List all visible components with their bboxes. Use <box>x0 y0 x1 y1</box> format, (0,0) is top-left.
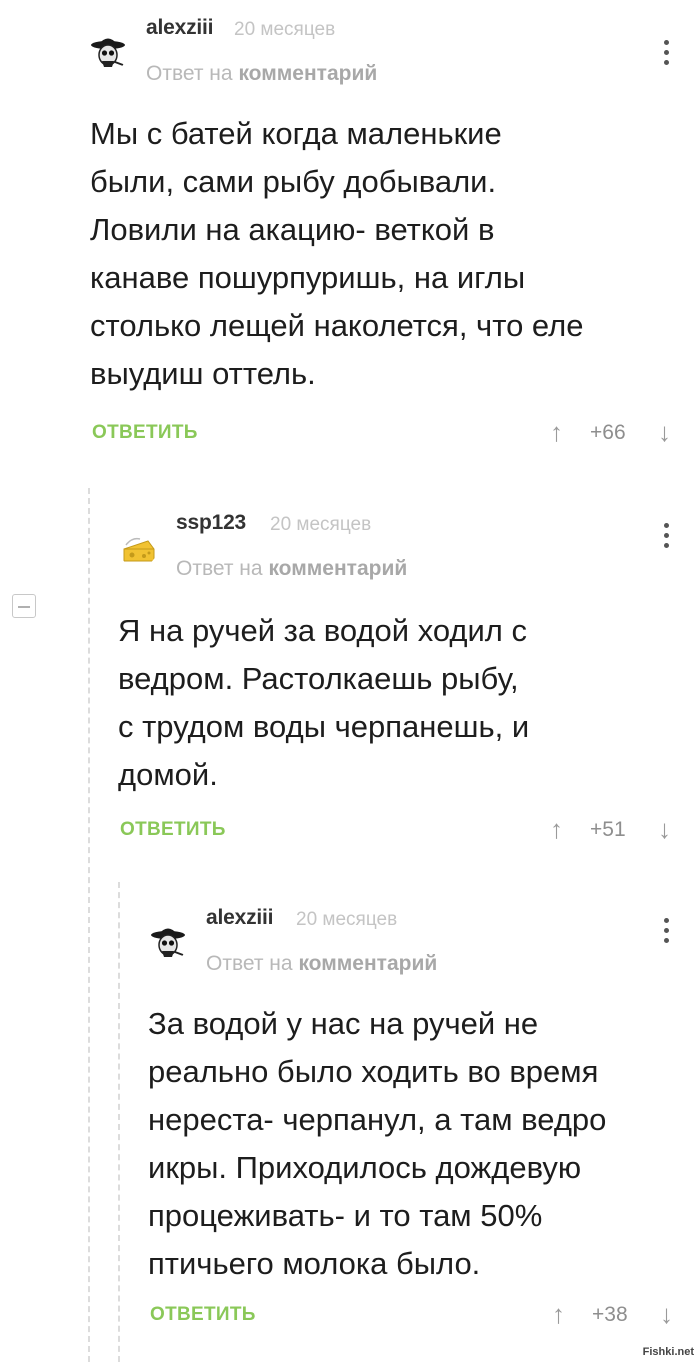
reply-button[interactable]: ОТВЕТИТЬ <box>92 422 198 444</box>
comment-score: +38 <box>592 1303 628 1326</box>
arrow-down-icon[interactable]: ↓ <box>658 815 674 843</box>
username[interactable]: alexziii <box>146 16 213 40</box>
reply-to: Ответ на комментарий <box>146 62 377 86</box>
comment: alexziii 20 месяцев Ответ на комментарий… <box>88 10 688 450</box>
comment-text: Я на ручей за водой ходил с ведром. Раст… <box>118 613 530 792</box>
thread-line-level-2 <box>118 882 120 1362</box>
comment-time: 20 месяцев <box>296 909 398 930</box>
username[interactable]: alexziii <box>206 906 273 930</box>
thread-line-level-1 <box>88 488 90 1362</box>
vote-controls: ↑ +66 ↓ <box>550 418 680 448</box>
parent-comment-link[interactable]: комментарий <box>298 952 437 975</box>
comment-score: +51 <box>590 818 626 841</box>
comment-text: Мы с батей когда маленькие были, сами ры… <box>90 116 584 391</box>
arrow-up-icon[interactable]: ↑ <box>550 418 566 446</box>
reply-prefix: Ответ на <box>146 62 233 85</box>
arrow-up-icon[interactable]: ↑ <box>552 1300 568 1328</box>
reply-button[interactable]: ОТВЕТИТЬ <box>120 819 226 841</box>
cheese-icon <box>123 537 155 562</box>
avatar[interactable] <box>118 527 158 567</box>
parent-comment-link[interactable]: комментарий <box>268 557 407 580</box>
reply-prefix: Ответ на <box>176 557 263 580</box>
vertical-dots-icon[interactable] <box>662 40 670 72</box>
comment-time: 20 месяцев <box>270 514 372 535</box>
reply-prefix: Ответ на <box>206 952 293 975</box>
comment-text: За водой у нас на ручей не реально было … <box>148 1006 607 1281</box>
parent-comment-link[interactable]: комментарий <box>238 62 377 85</box>
avatar[interactable] <box>148 922 188 962</box>
comment: alexziii 20 месяцев Ответ на комментарий… <box>148 900 688 1340</box>
username[interactable]: ssp123 <box>176 511 246 535</box>
vote-controls: ↑ +38 ↓ <box>552 1300 682 1330</box>
arrow-down-icon[interactable]: ↓ <box>658 418 674 446</box>
arrow-down-icon[interactable]: ↓ <box>660 1300 676 1328</box>
vertical-dots-icon[interactable] <box>662 918 670 950</box>
reply-button[interactable]: ОТВЕТИТЬ <box>150 1304 256 1326</box>
reply-to: Ответ на комментарий <box>176 557 407 581</box>
reply-to: Ответ на комментарий <box>206 952 437 976</box>
comment: ssp123 20 месяцев Ответ на комментарий Я… <box>118 505 688 845</box>
cowboy-skull-icon <box>91 38 125 67</box>
arrow-up-icon[interactable]: ↑ <box>550 815 566 843</box>
comment-time: 20 месяцев <box>234 19 336 40</box>
avatar[interactable] <box>88 32 128 72</box>
comment-score: +66 <box>590 421 626 444</box>
vote-controls: ↑ +51 ↓ <box>550 815 680 845</box>
collapse-thread-button[interactable] <box>12 594 36 618</box>
watermark: Fishki.net <box>642 1346 694 1358</box>
vertical-dots-icon[interactable] <box>662 523 670 555</box>
cowboy-skull-icon <box>151 928 185 957</box>
